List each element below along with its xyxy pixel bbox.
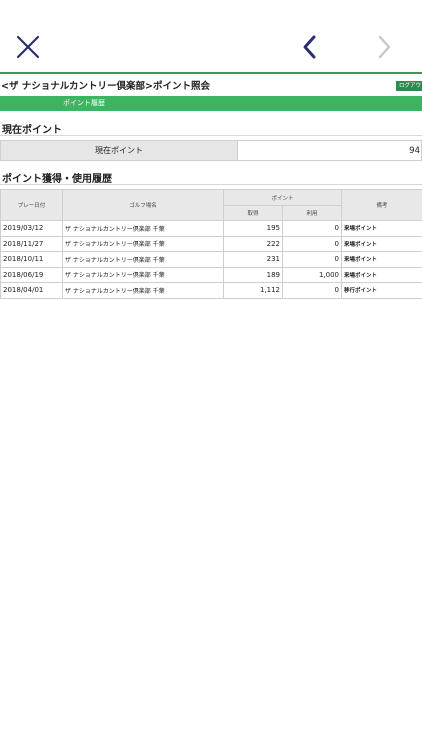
cell-date: 2018/04/01 <box>0 282 63 299</box>
cell-used: 0 <box>281 235 343 252</box>
header-date: プレー日付 <box>0 189 63 221</box>
cell-course: ザ ナショナルカントリー倶楽部 千葉 <box>62 220 224 237</box>
cell-earned: 189 <box>223 266 283 283</box>
current-points-value: 94 <box>409 145 420 156</box>
history-heading: ポイント獲得・使用履歴 <box>2 174 112 185</box>
cell-earned: 195 <box>223 220 283 237</box>
logout-button[interactable]: ログアウト <box>396 81 422 91</box>
cell-used: 1,000 <box>281 266 343 283</box>
cell-earned: 231 <box>223 251 283 268</box>
cell-remarks: 移行ポイント <box>341 282 422 299</box>
cell-date: 2018/06/19 <box>0 266 63 283</box>
header-earned: 取得 <box>223 205 283 221</box>
cell-remarks: 来場ポイント <box>341 220 422 237</box>
cell-course: ザ ナショナルカントリー倶楽部 千葉 <box>62 282 224 299</box>
cell-date: 2018/10/11 <box>0 251 63 268</box>
top-navigation-bar <box>0 0 422 72</box>
cell-remarks: 来場ポイント <box>341 251 422 268</box>
cell-course: ザ ナショナルカントリー倶楽部 千葉 <box>62 235 224 252</box>
points-history-table: プレー日付 ゴルフ場名 ポイント 備考 取得 利用 2019/03/12 ザ ナ… <box>0 189 422 299</box>
header-remarks: 備考 <box>341 189 422 221</box>
header-used: 利用 <box>281 205 343 221</box>
header-divider <box>0 72 422 74</box>
cell-course: ザ ナショナルカントリー倶楽部 千葉 <box>62 266 224 283</box>
current-points-box: 現在ポイント 94 <box>0 140 422 161</box>
cell-used: 0 <box>281 282 343 299</box>
cell-remarks: 来場ポイント <box>341 266 422 283</box>
forward-button[interactable] <box>372 34 396 60</box>
table-row: 2018/04/01 ザ ナショナルカントリー倶楽部 千葉 1,112 0 移行… <box>0 282 422 299</box>
chevron-right-icon <box>378 35 391 59</box>
page-title: <ザ ナショナルカントリー倶楽部>ポイント照会 <box>1 81 210 92</box>
cell-remarks: 来場ポイント <box>341 235 422 252</box>
tab-point-history-label: ポイント履歴 <box>63 99 105 107</box>
close-button[interactable] <box>14 33 42 61</box>
tab-point-history[interactable]: ポイント履歴 <box>0 96 422 111</box>
cell-date: 2019/03/12 <box>0 220 63 237</box>
current-points-label: 現在ポイント <box>1 141 238 160</box>
table-row: 2018/11/27 ザ ナショナルカントリー倶楽部 千葉 222 0 来場ポイ… <box>0 235 422 252</box>
header-points: ポイント <box>222 189 343 206</box>
table-row: 2018/10/11 ザ ナショナルカントリー倶楽部 千葉 231 0 来場ポイ… <box>0 251 422 268</box>
chevron-left-icon <box>303 35 316 59</box>
close-icon <box>16 35 40 59</box>
table-row: 2018/06/19 ザ ナショナルカントリー倶楽部 千葉 189 1,000 … <box>0 266 422 283</box>
cell-course: ザ ナショナルカントリー倶楽部 千葉 <box>62 251 224 268</box>
cell-date: 2018/11/27 <box>0 235 63 252</box>
table-row: 2019/03/12 ザ ナショナルカントリー倶楽部 千葉 195 0 来場ポイ… <box>0 220 422 237</box>
header-course: ゴルフ場名 <box>62 189 224 221</box>
back-button[interactable] <box>298 34 322 60</box>
cell-used: 0 <box>281 220 343 237</box>
current-points-heading: 現在ポイント <box>2 125 62 136</box>
cell-earned: 1,112 <box>223 282 283 299</box>
cell-used: 0 <box>281 251 343 268</box>
section-divider <box>0 135 422 136</box>
section-divider <box>0 184 422 185</box>
cell-earned: 222 <box>223 235 283 252</box>
